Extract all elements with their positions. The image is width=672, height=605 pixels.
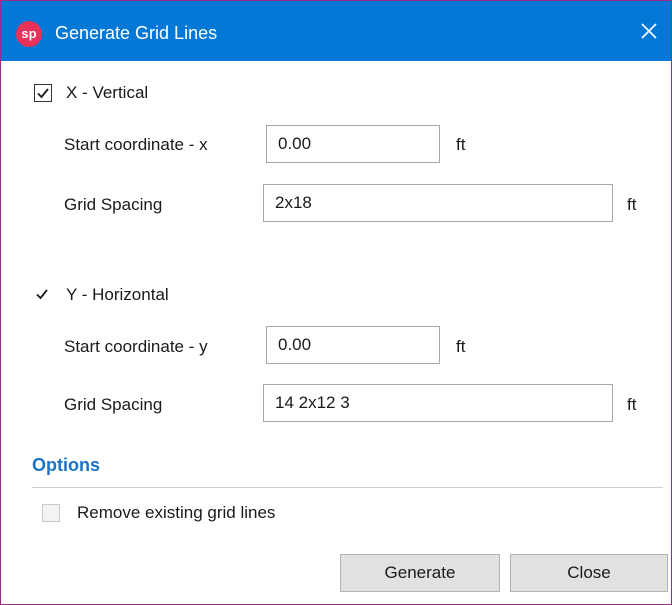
close-icon[interactable] [633, 15, 665, 47]
options-divider [32, 487, 663, 488]
checkmark-icon [36, 289, 48, 300]
start-coordinate-y-label: Start coordinate - y [64, 337, 208, 356]
grid-spacing-y-label: Grid Spacing [64, 395, 163, 414]
start-coordinate-y-unit: ft [456, 337, 466, 356]
start-coordinate-x-input[interactable] [266, 125, 440, 163]
options-header: Options [32, 455, 100, 475]
grid-spacing-x-unit: ft [627, 195, 637, 214]
dialog-window: sp Generate Grid Lines X - Vertical Star… [0, 0, 672, 605]
start-coordinate-x-label: Start coordinate - x [64, 135, 208, 154]
grid-spacing-y-input[interactable] [263, 384, 613, 422]
remove-existing-label: Remove existing grid lines [77, 503, 276, 522]
grid-spacing-x-label: Grid Spacing [64, 195, 163, 214]
remove-existing-checkbox[interactable] [42, 504, 60, 522]
checkmark-icon [37, 88, 49, 99]
start-coordinate-x-unit: ft [456, 135, 466, 154]
app-logo-icon: sp [16, 21, 42, 47]
title-bar[interactable]: sp Generate Grid Lines [1, 1, 671, 61]
y-horizontal-checkbox[interactable] [34, 286, 52, 304]
grid-spacing-x-input[interactable] [263, 184, 613, 222]
start-coordinate-y-input[interactable] [266, 326, 440, 364]
y-horizontal-label: Y - Horizontal [66, 285, 169, 304]
x-vertical-label: X - Vertical [66, 83, 149, 102]
x-vertical-checkbox[interactable] [34, 84, 52, 102]
grid-spacing-y-unit: ft [627, 395, 637, 414]
generate-button[interactable]: Generate [340, 554, 500, 592]
window-title: Generate Grid Lines [55, 23, 218, 43]
close-button[interactable]: Close [510, 554, 668, 592]
